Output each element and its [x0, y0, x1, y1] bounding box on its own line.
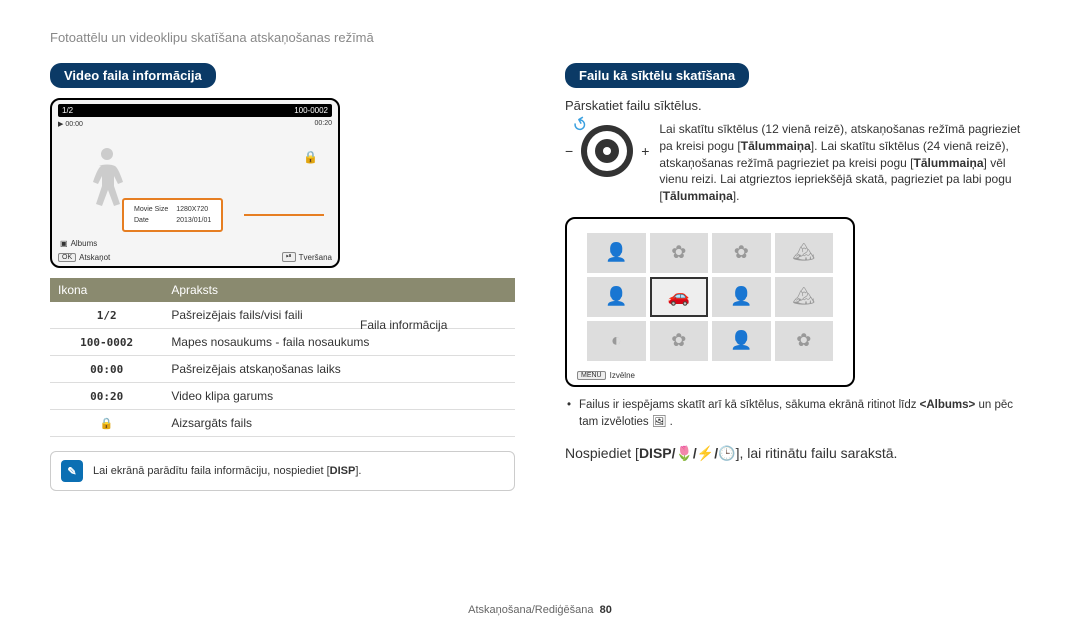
callout-line: [244, 214, 324, 216]
lock-icon: 🔒: [303, 150, 318, 164]
page-footer: Atskaņošana/Rediģēšana 80: [0, 604, 1080, 616]
play-icon: ▶: [58, 121, 63, 128]
zoom-minus-plus: − ↺ +: [565, 121, 649, 181]
thumb-item: ✿: [650, 321, 709, 361]
zoom-dial-icon: ↺: [577, 121, 637, 181]
preview-folderfile: 100-0002: [294, 106, 328, 115]
table-row: 00:20Video klipa garums: [50, 383, 515, 410]
albums-label: Albums: [71, 239, 98, 248]
ok-label: Atskaņot: [79, 253, 110, 262]
table-row: 🔒Aizsargāts fails: [50, 410, 515, 437]
thumb-item: 👤: [712, 277, 771, 317]
dial-instruction-text: Lai skatītu sīktēlus (12 vienā reizē), a…: [659, 121, 1030, 205]
capture-button[interactable]: ⏯: [282, 252, 296, 262]
thumb-item: 🏔: [775, 233, 834, 273]
section-title-left: Video faila informācija: [50, 63, 216, 88]
ok-button[interactable]: OK: [58, 253, 76, 262]
albums-thumb-icon: 🖼: [652, 416, 667, 428]
menu-label: Izvēlne: [610, 371, 635, 380]
nav-keys: DISP/🌷/⚡/🕒: [639, 445, 736, 461]
thumbnail-preview-screen: 👤 ✿ ✿ 🏔 👤 🚗 👤 🏔 ◐ ✿ 👤 ✿ MENU Izvēlne: [565, 217, 855, 387]
thumb-item: 👤: [587, 233, 646, 273]
table-row: 100-0002Mapes nosaukums - faila nosaukum…: [50, 329, 515, 356]
menu-button[interactable]: MENU: [577, 371, 606, 380]
th-desc: Apraksts: [163, 278, 515, 302]
note-icon: ✎: [61, 460, 83, 482]
tip-text: Lai ekrānā parādītu faila informāciju, n…: [93, 465, 361, 477]
file-info-overlay: Movie Size1280X720 Date2013/01/01: [122, 198, 223, 232]
thumb-item: ◐: [587, 321, 646, 361]
thumb-item: ✿: [775, 321, 834, 361]
video-preview-screen: 1/2 100-0002 ▶ 00:00 00:20 🔒 Movie Size1…: [50, 98, 340, 268]
table-row: 00:00Pašreizējais atskaņošanas laiks: [50, 356, 515, 383]
thumb-item: 👤: [712, 321, 771, 361]
time-current: 00:00: [65, 121, 83, 128]
thumb-item: 🏔: [775, 277, 834, 317]
press-instruction: Nospiediet [DISP/🌷/⚡/🕒], lai ritinātu fa…: [565, 445, 1030, 462]
right-intro-text: Pārskatiet failu sīktēlus.: [565, 98, 1030, 113]
thumb-item-selected: 🚗: [650, 277, 709, 317]
right-column: Failu kā sīktēlu skatīšana Pārskatiet fa…: [565, 63, 1030, 491]
thumb-item: 👤: [587, 277, 646, 317]
tip-box: ✎ Lai ekrānā parādītu faila informāciju,…: [50, 451, 515, 491]
left-column: Video faila informācija 1/2 100-0002 ▶ 0…: [50, 63, 515, 491]
th-icon: Ikona: [50, 278, 163, 302]
albums-icon: ▣: [60, 239, 68, 248]
thumb-item: ✿: [650, 233, 709, 273]
preview-counter: 1/2: [62, 106, 73, 115]
file-info-callout-label: Faila informācija: [360, 318, 447, 332]
breadcrumb: Fotoattēlu un videoklipu skatīšana atska…: [50, 30, 1030, 45]
section-title-right: Failu kā sīktēlu skatīšana: [565, 63, 749, 88]
capture-label: Tveršana: [299, 253, 332, 262]
time-total: 00:20: [314, 120, 332, 128]
thumb-item: ✿: [712, 233, 771, 273]
icon-description-table: Ikona Apraksts 1/2Pašreizējais fails/vis…: [50, 278, 515, 437]
albums-note: Failus ir iespējams skatīt arī kā sīktēl…: [565, 397, 1030, 432]
